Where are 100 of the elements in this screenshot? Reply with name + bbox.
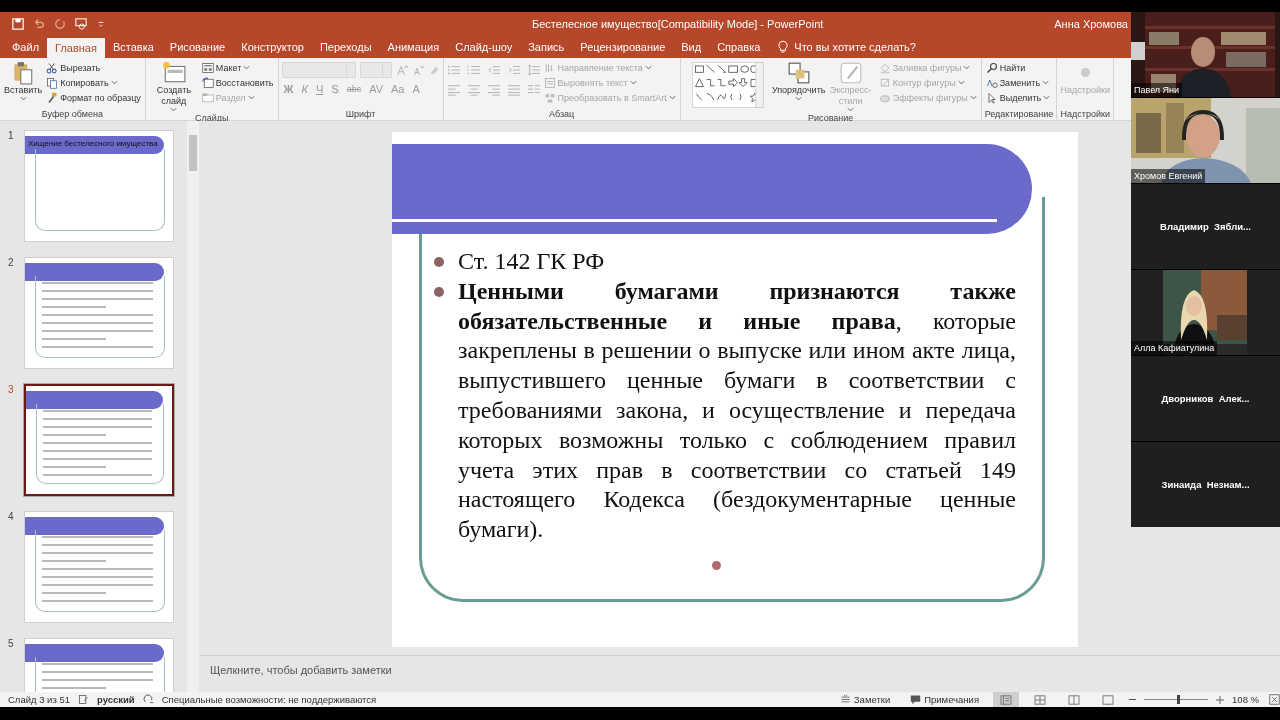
- columns-icon[interactable]: [526, 84, 541, 96]
- ribbon-tab[interactable]: Переходы: [311, 36, 380, 58]
- notes-placeholder[interactable]: Щелкните, чтобы добавить заметки: [210, 664, 392, 676]
- ribbon-button[interactable]: Вырезать: [45, 60, 142, 75]
- view-button[interactable]: [993, 692, 1020, 707]
- layout-icon: [201, 61, 214, 74]
- ribbon-button[interactable]: Макет: [200, 60, 275, 75]
- line-spacing-icon[interactable]: [526, 64, 541, 76]
- numbering-icon[interactable]: [466, 64, 481, 76]
- dot-icon: [712, 561, 721, 570]
- participant-name: Хромов Евгений: [1131, 169, 1206, 183]
- reading-view-icon: [1068, 694, 1081, 705]
- caret-icon: [644, 65, 652, 70]
- quick-styles-icon: [838, 61, 863, 85]
- caret-icon: [1043, 95, 1051, 100]
- ribbon-tab[interactable]: Конструктор: [233, 36, 312, 58]
- bullets-icon[interactable]: [446, 64, 461, 76]
- caret-icon: [1042, 80, 1050, 85]
- slideshow-icon[interactable]: [75, 18, 87, 30]
- ribbon-button[interactable]: Заменить: [984, 75, 1052, 90]
- ribbon-tab[interactable]: Слайд-шоу: [447, 36, 521, 58]
- ribbon-tab[interactable]: Вид: [673, 36, 710, 58]
- fit-slide-icon[interactable]: [1269, 694, 1280, 705]
- align-right-icon[interactable]: [486, 84, 501, 96]
- ribbon-button[interactable]: Формат по образцу: [45, 90, 142, 105]
- brush-icon: [46, 91, 59, 104]
- caret-icon: [19, 96, 27, 101]
- ribbon-tab[interactable]: Запись: [520, 36, 573, 58]
- caret-icon: [247, 95, 255, 100]
- spellcheck-icon[interactable]: [77, 694, 89, 705]
- scrollbar[interactable]: [187, 121, 199, 692]
- slide-number: 5: [8, 638, 15, 651]
- bullet-icon: [434, 286, 444, 297]
- font-size-field[interactable]: [359, 62, 392, 78]
- caret-icon: [243, 65, 251, 70]
- ribbon-button[interactable]: Выделить: [984, 90, 1052, 105]
- decrease-indent-icon[interactable]: [486, 64, 501, 76]
- ribbon-button[interactable]: Создать слайд: [148, 60, 199, 113]
- participant-name: Алла Кафиатулина: [1131, 341, 1218, 355]
- ribbon-button[interactable]: Упорядочить: [773, 60, 824, 102]
- notes-button[interactable]: Заметки: [833, 694, 897, 705]
- fill-icon: [878, 61, 891, 74]
- bullet-icon: [434, 257, 444, 267]
- comments-button[interactable]: Примечания: [904, 694, 986, 705]
- ribbon-tab[interactable]: Рецензирование: [572, 36, 674, 58]
- slide-thumbnail[interactable]: [24, 384, 174, 496]
- tell-me-search[interactable]: Что вы хотите сделать?: [794, 36, 916, 58]
- group-label: Надстройки: [1060, 109, 1111, 120]
- slide-number: 2: [8, 257, 15, 270]
- align-center-icon[interactable]: [466, 84, 481, 96]
- group-label: Редактирование: [984, 109, 1054, 120]
- group-label: Буфер обмена: [40, 109, 104, 120]
- participant-name: Зинаида Незнам...: [1161, 479, 1250, 490]
- redo-icon[interactable]: [54, 18, 66, 30]
- zoom-in-icon[interactable]: [1216, 695, 1225, 704]
- smartart-icon: [543, 91, 556, 104]
- customize-icon[interactable]: [96, 20, 106, 28]
- ribbon-tab[interactable]: Анимация: [379, 36, 448, 58]
- lightbulb-icon: [778, 40, 789, 54]
- ribbon-tab[interactable]: Вставка: [104, 36, 162, 58]
- grow-font-icon[interactable]: [395, 64, 408, 76]
- accessibility-icon[interactable]: [142, 694, 154, 705]
- window-title: Бестелесное имущество[Compatibility Mode] - PowerPoint: [532, 18, 825, 30]
- zoom-level[interactable]: 108 %: [1232, 694, 1259, 705]
- ribbon-tab[interactable]: Справка: [709, 36, 769, 58]
- increase-indent-icon[interactable]: [506, 64, 521, 76]
- ribbon-tab[interactable]: Главная: [47, 38, 105, 58]
- ribbon-button[interactable]: Вставить: [3, 60, 44, 102]
- notes-icon: [839, 694, 851, 705]
- caret-icon: [110, 80, 118, 85]
- caret-icon: [847, 107, 855, 112]
- caret-icon: [668, 95, 676, 100]
- ribbon-button[interactable]: Восстановить: [200, 75, 275, 90]
- language[interactable]: русский: [96, 694, 135, 705]
- bullet-text: Ст. 142 ГК РФ: [458, 247, 606, 276]
- save-icon[interactable]: [12, 18, 24, 30]
- participant-name: Павел Яни: [1131, 83, 1183, 97]
- justify-icon[interactable]: [506, 84, 521, 96]
- slide-thumbnail[interactable]: Хищение бестелесного имущества: [24, 130, 174, 242]
- font-name-field[interactable]: [281, 62, 356, 78]
- slide-number: 3: [8, 384, 15, 397]
- ribbon-tab[interactable]: Рисование: [161, 36, 234, 58]
- search-icon: [985, 61, 998, 74]
- ribbon-button[interactable]: Найти: [984, 60, 1052, 75]
- thumbnail-title: Хищение бестелесного имущества: [28, 139, 158, 148]
- caret-icon: [957, 80, 965, 85]
- slide-number: 1: [8, 130, 15, 143]
- accessibility-status[interactable]: Специальные возможности: не поддерживаются: [161, 694, 377, 705]
- cursor-icon: [985, 91, 998, 104]
- group-label: Рисование: [807, 113, 855, 124]
- shrink-font-icon[interactable]: [411, 64, 424, 76]
- undo-icon[interactable]: [33, 18, 45, 30]
- align-left-icon[interactable]: [446, 84, 461, 96]
- arrange-icon: [786, 61, 811, 85]
- ribbon-button[interactable]: Копировать: [45, 75, 142, 90]
- ribbon-tab[interactable]: Файл: [4, 36, 48, 58]
- caret-icon: [963, 65, 971, 70]
- grid-view-icon: [1034, 694, 1047, 705]
- participant-name: Владимир Зябли...: [1160, 221, 1251, 232]
- new-slide-icon: [161, 61, 186, 85]
